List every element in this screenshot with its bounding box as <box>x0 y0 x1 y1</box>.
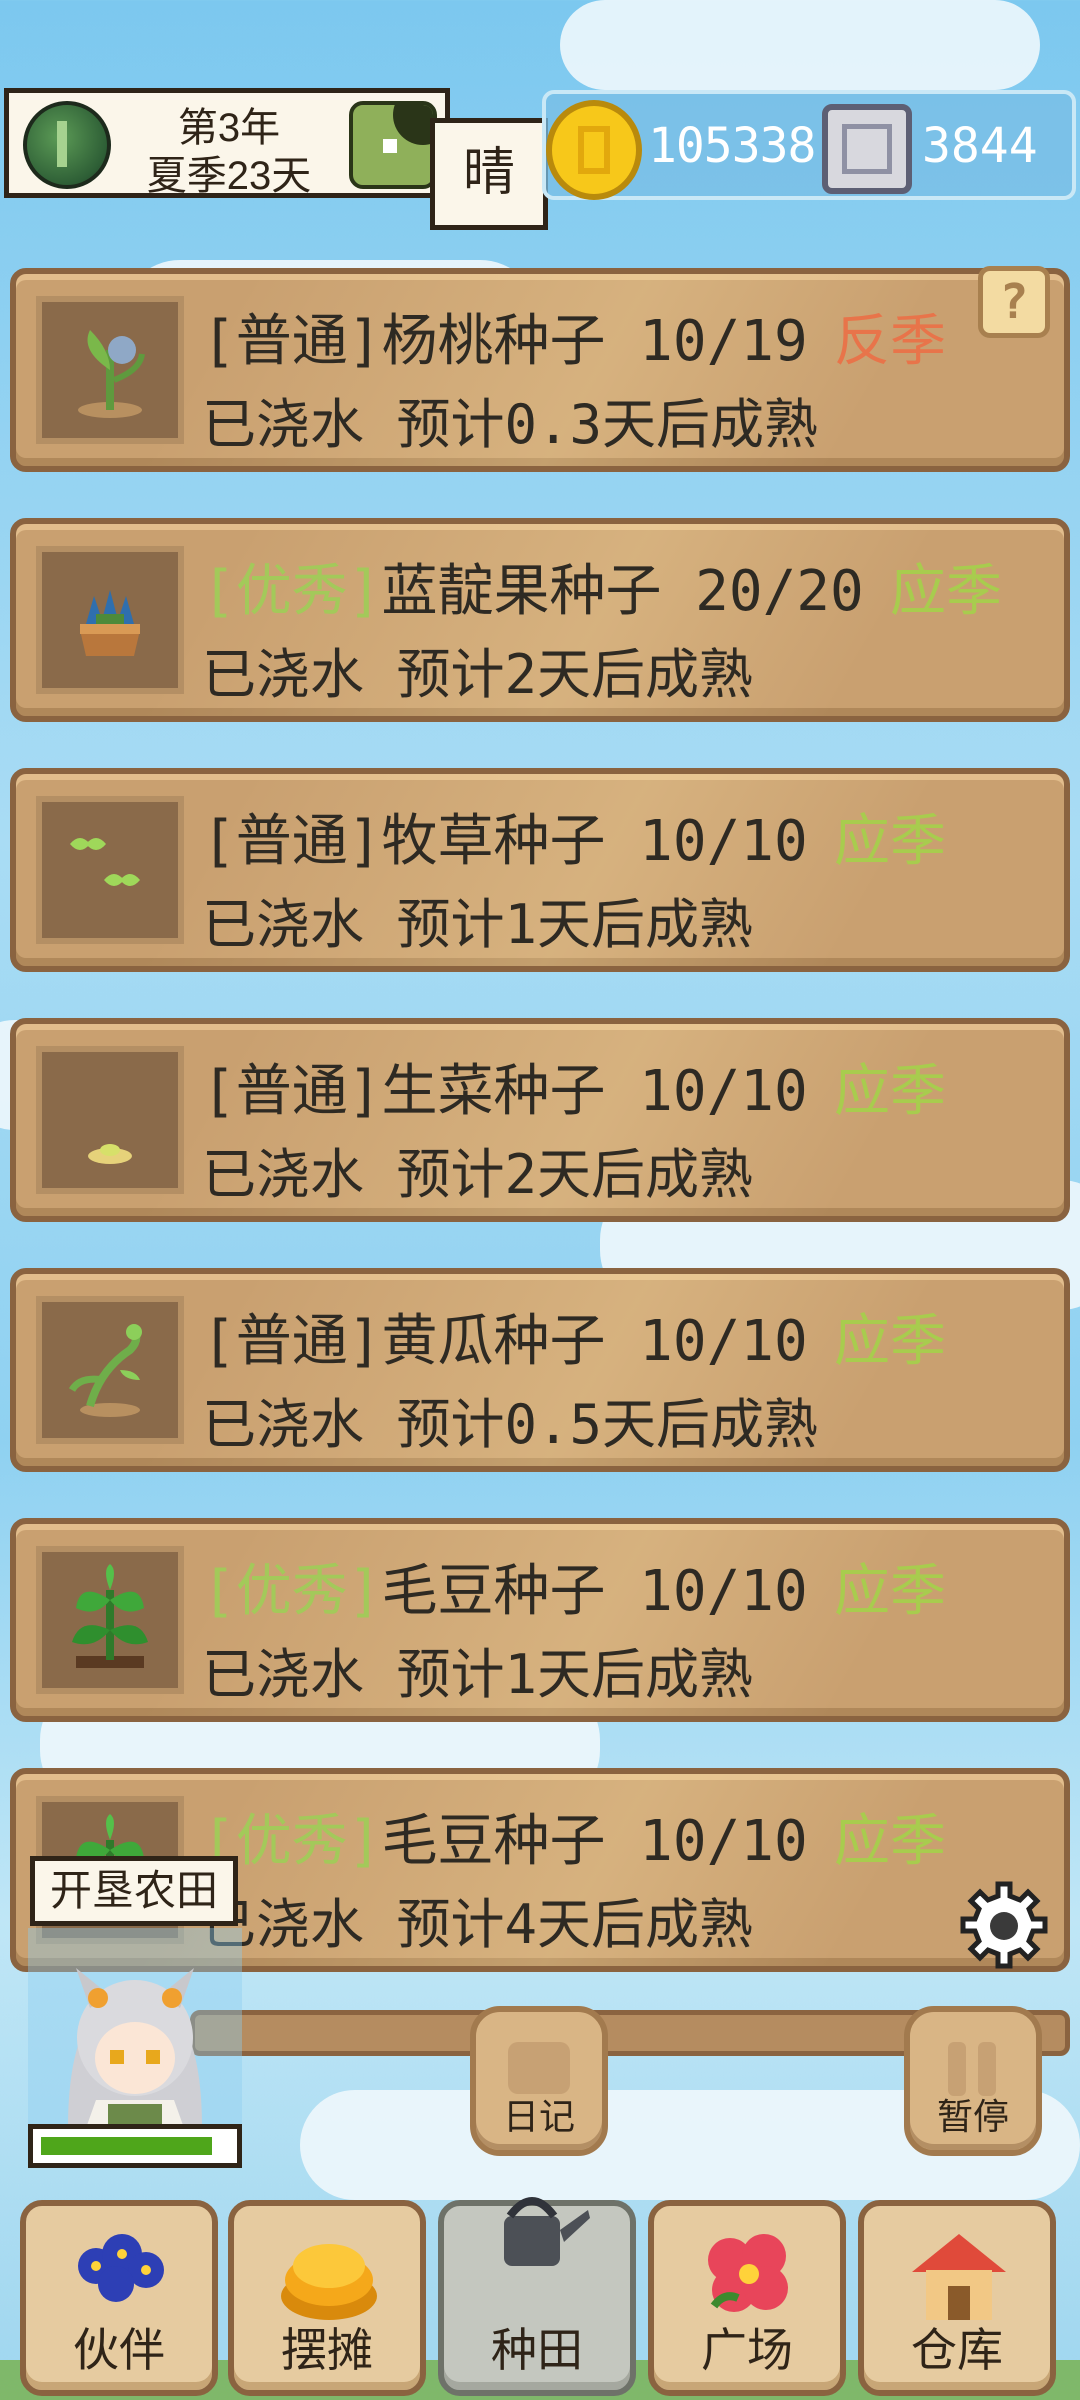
crop-status: 已浇水 预计1天后成熟 <box>202 1643 754 1706</box>
nav-button[interactable]: 仓库 <box>858 2200 1056 2396</box>
stamina-bar <box>28 2124 242 2168</box>
character-portrait[interactable] <box>28 1928 242 2128</box>
crop-count: 10/10 <box>639 1059 808 1124</box>
crop-title: [优秀]蓝靛果种子 20/20 <box>202 546 864 627</box>
crop-count: 10/10 <box>639 809 808 874</box>
crop-name: 生菜种子 <box>381 1059 606 1124</box>
gold-coin-icon <box>546 100 642 200</box>
nav-label: 仓库 <box>911 2324 1003 2376</box>
crop-name: 杨桃种子 <box>381 309 606 374</box>
season-tag: 应季 <box>834 1809 946 1872</box>
grass-sprout-icon <box>36 796 184 944</box>
nav-button[interactable]: 广场 <box>648 2200 846 2396</box>
crop-count: 10/19 <box>639 309 808 374</box>
crop-title: [普通]生菜种子 10/10 <box>202 1046 808 1127</box>
crop-tier: [普通] <box>202 1059 382 1124</box>
pause-icon <box>942 2042 1004 2096</box>
season-tag: 反季 <box>834 309 946 372</box>
crop-card[interactable]: [普通]杨桃种子 10/19 反季 已浇水 预计0.3天后成熟? <box>10 266 1070 472</box>
crop-card[interactable]: [普通]牧草种子 10/10 应季已浇水 预计1天后成熟 <box>10 768 1070 972</box>
crop-card[interactable]: [普通]生菜种子 10/10 应季已浇水 预计2天后成熟 <box>10 1018 1070 1222</box>
pause-button[interactable]: 暂停 <box>904 2006 1042 2156</box>
crop-name: 毛豆种子 <box>381 1559 606 1624</box>
crop-status: 已浇水 预计0.3天后成熟 <box>202 393 819 456</box>
crop-status: 已浇水 预计4天后成熟 <box>202 1893 754 1956</box>
season-tag: 应季 <box>834 1059 946 1122</box>
silver-ingot-icon <box>822 104 912 194</box>
diary-label: 日记 <box>502 2096 575 2137</box>
crop-title: [优秀]毛豆种子 10/10 <box>202 1796 808 1877</box>
activity-label: 开垦农田 <box>30 1856 238 1926</box>
lettuce-seed-icon <box>36 1046 184 1194</box>
crop-count: 10/10 <box>639 1559 808 1624</box>
nav-label: 种田 <box>491 2324 583 2376</box>
honeysuckle-berry-plant-icon <box>36 546 184 694</box>
diary-button[interactable]: 日记 <box>470 2006 608 2156</box>
crop-tier: [优秀] <box>202 559 382 624</box>
crop-status: 已浇水 预计0.5天后成熟 <box>202 1393 819 1456</box>
crop-name: 毛豆种子 <box>381 1809 606 1874</box>
crop-card[interactable]: [优秀]蓝靛果种子 20/20 应季已浇水 预计2天后成熟 <box>10 518 1070 722</box>
crop-title: [普通]牧草种子 10/10 <box>202 796 808 877</box>
crop-title: [普通]杨桃种子 10/19 <box>202 296 808 377</box>
settings-gear-icon[interactable] <box>958 1880 1050 1972</box>
season-tag: 应季 <box>834 1309 946 1372</box>
season-tag: 应季 <box>834 809 946 872</box>
crop-tier: [普通] <box>202 309 382 374</box>
nav-label: 广场 <box>701 2324 793 2376</box>
cucumber-vine-icon <box>36 1296 184 1444</box>
crop-status: 已浇水 预计2天后成熟 <box>202 1143 754 1206</box>
coin-count: 105338 <box>648 118 816 174</box>
globe-icon <box>23 101 111 189</box>
nav-label: 摆摊 <box>281 2324 373 2376</box>
crop-status: 已浇水 预计1天后成熟 <box>202 893 754 956</box>
season-day-label: 夏季23天 <box>146 154 312 198</box>
crop-count: 10/10 <box>639 1809 808 1874</box>
starfruit-seedling-icon <box>36 296 184 444</box>
date-panel: 第3年 夏季23天 <box>4 88 450 198</box>
nav-button[interactable]: 种田 <box>438 2197 636 2396</box>
season-tag: 应季 <box>834 1559 946 1622</box>
crop-title: [普通]黄瓜种子 10/10 <box>202 1296 808 1377</box>
nav-button[interactable]: 伙伴 <box>20 2200 218 2396</box>
day-clock-icon <box>349 101 437 189</box>
help-button[interactable]: ? <box>978 266 1050 338</box>
pause-label: 暂停 <box>936 2096 1009 2137</box>
soybean-plant-icon <box>36 1546 184 1694</box>
crop-tier: [普通] <box>202 809 382 874</box>
season-tag: 应季 <box>890 559 1002 622</box>
crop-tier: [普通] <box>202 1309 382 1374</box>
crop-count: 10/10 <box>639 1309 808 1374</box>
nav-button[interactable]: 摆摊 <box>228 2200 426 2396</box>
crop-card[interactable]: [优秀]毛豆种子 10/10 应季已浇水 预计1天后成熟 <box>10 1518 1070 1722</box>
crop-title: [优秀]毛豆种子 10/10 <box>202 1546 808 1627</box>
weather-label: 晴 <box>430 118 548 230</box>
gem-count: 3844 <box>922 118 1038 174</box>
crop-card[interactable]: [普通]黄瓜种子 10/10 应季 已浇水 预计0.5天后成熟 <box>10 1268 1070 1472</box>
crop-name: 蓝靛果种子 <box>381 559 662 624</box>
crop-tier: [优秀] <box>202 1559 382 1624</box>
nav-label: 伙伴 <box>73 2324 165 2376</box>
crop-status: 已浇水 预计2天后成熟 <box>202 643 754 706</box>
crop-name: 牧草种子 <box>381 809 606 874</box>
background-cloud <box>560 0 1040 90</box>
speech-bubble-icon <box>508 2042 570 2094</box>
crop-name: 黄瓜种子 <box>381 1309 606 1374</box>
stamina-bar-fill <box>41 2137 213 2155</box>
crop-count: 20/20 <box>695 559 864 624</box>
